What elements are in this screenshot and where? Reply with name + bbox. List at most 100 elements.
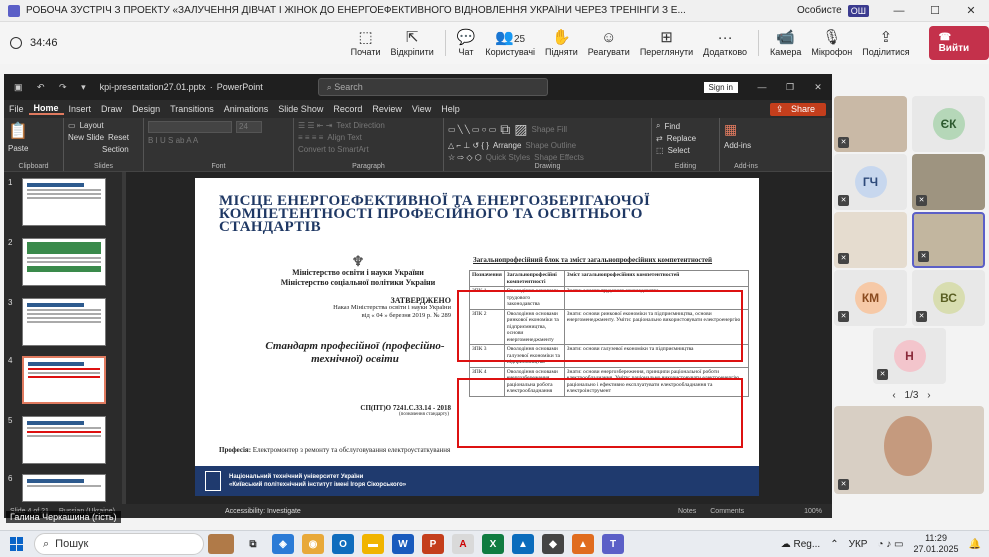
tab-design[interactable]: Design xyxy=(127,104,165,114)
task-view-icon[interactable]: ⧉ xyxy=(242,534,264,554)
teams-icon[interactable]: T xyxy=(602,534,624,554)
pp-sign-in-button[interactable]: Sign in xyxy=(703,81,738,93)
pp-share-button[interactable]: ⇪ Share xyxy=(769,102,826,116)
more-button[interactable]: ··· Додатково xyxy=(698,22,752,64)
participant-tile[interactable]: Н ✕ xyxy=(873,328,946,384)
app-icon[interactable]: ◆ xyxy=(542,534,564,554)
find-button[interactable]: Find xyxy=(664,122,680,131)
convert-smartart-button[interactable]: Convert to SmartArt xyxy=(298,145,369,154)
layout-button[interactable]: Layout xyxy=(80,121,104,130)
photos-icon[interactable]: ▲ xyxy=(512,534,534,554)
mic-button[interactable]: 🎙 Мікрофон xyxy=(806,22,857,64)
chrome-icon[interactable]: ◉ xyxy=(302,534,324,554)
new-slide-icon[interactable]: ▭ xyxy=(68,121,76,130)
account-badge[interactable]: ОШ xyxy=(847,4,869,17)
tab-draw[interactable]: Draw xyxy=(96,104,127,114)
chat-button[interactable]: 💬 Чат xyxy=(452,22,481,64)
thumbnail-5[interactable]: 5 xyxy=(8,416,106,464)
view-button[interactable]: ⊞ Переглянути xyxy=(635,22,698,64)
weather-widget[interactable]: ☁ Reg... xyxy=(781,539,820,550)
align-icons[interactable]: ≡ ≡ ≡ ≡ xyxy=(298,133,323,142)
chevron-left-icon[interactable]: ‹ xyxy=(892,390,895,401)
pdf-icon[interactable]: A xyxy=(452,534,474,554)
participant-tile[interactable]: ГЧ ✕ xyxy=(834,154,907,210)
unpin-button[interactable]: ⇱ Відкріпити xyxy=(386,22,439,64)
thumbnail-2[interactable]: 2 xyxy=(8,238,106,286)
close-button[interactable]: ✕ xyxy=(953,4,989,17)
people-button[interactable]: 👥25 Користувачі xyxy=(480,22,540,64)
arrange-button[interactable]: Arrange xyxy=(493,141,521,150)
raise-hand-button[interactable]: ✋ Підняти xyxy=(540,22,583,64)
replace-button[interactable]: Replace xyxy=(667,134,696,143)
thumbnail-4[interactable]: 4 xyxy=(8,356,106,404)
tab-review[interactable]: Review xyxy=(367,104,407,114)
thumbnail-scrollbar[interactable] xyxy=(122,172,126,504)
powerpoint-icon[interactable]: P xyxy=(422,534,444,554)
participant-tile[interactable]: ВС ✕ xyxy=(912,270,985,326)
windows-start-icon[interactable] xyxy=(10,537,24,551)
network-volume-icons[interactable]: ◔ ♪ ▭ xyxy=(877,539,903,550)
notification-bell-icon[interactable]: 🔔 xyxy=(969,539,981,550)
zoom-level[interactable]: 100% xyxy=(804,508,822,515)
section-button[interactable]: Section xyxy=(102,145,129,154)
copilot-icon[interactable]: ◈ xyxy=(272,534,294,554)
new-slide-button[interactable]: New Slide xyxy=(68,133,104,142)
quick-styles-icon[interactable]: ▨ xyxy=(514,121,527,138)
reset-button[interactable]: Reset xyxy=(108,133,129,142)
arrange-icon[interactable]: ⧉ xyxy=(500,121,510,138)
minimize-button[interactable]: — xyxy=(881,5,917,17)
paste-button[interactable]: 📋 xyxy=(8,121,59,141)
widgets-icon[interactable] xyxy=(208,534,234,554)
tab-insert[interactable]: Insert xyxy=(64,104,97,114)
slide-canvas[interactable]: МІСЦЕ ЕНЕРГОЕФЕКТИВНОЇ ТА ЕНЕРГОЗБЕРІГАЮ… xyxy=(195,178,759,496)
font-size-select[interactable]: 24 xyxy=(236,121,262,133)
tab-slide-show[interactable]: Slide Show xyxy=(273,104,328,114)
thumbnail-6[interactable]: 6 xyxy=(8,474,106,502)
pp-maximize-button[interactable]: ❐ xyxy=(776,82,804,93)
participant-tile[interactable]: ✕ xyxy=(834,212,907,268)
vlc-icon[interactable]: ▲ xyxy=(572,534,594,554)
tab-transitions[interactable]: Transitions xyxy=(165,104,219,114)
addins-icon[interactable]: ▦ xyxy=(724,121,737,138)
taskbar-search[interactable]: ⌕ Пошук xyxy=(34,533,204,555)
shape-outline-button[interactable]: Shape Outline xyxy=(525,141,576,150)
font-family-select[interactable] xyxy=(148,121,232,133)
select-button[interactable]: Select xyxy=(668,146,690,155)
start-button[interactable]: ⬚ Почати xyxy=(346,22,386,64)
self-view-video[interactable]: ✕ xyxy=(834,406,984,494)
react-button[interactable]: ☺ Реагувати xyxy=(583,22,635,64)
shapes-gallery-2[interactable]: △ ⌐ ⊥ ↺ { } xyxy=(448,141,489,150)
tab-record[interactable]: Record xyxy=(328,104,367,114)
account-label[interactable]: Особисте xyxy=(797,5,842,16)
word-icon[interactable]: W xyxy=(392,534,414,554)
share-screen-button[interactable]: ⇪ Поділитися xyxy=(857,22,914,64)
comments-button[interactable]: Comments xyxy=(710,508,744,515)
tray-chevron-icon[interactable]: ⌃ xyxy=(830,539,838,550)
chevron-right-icon[interactable]: › xyxy=(927,390,930,401)
font-format-buttons[interactable]: B I U S ab A A xyxy=(148,136,289,145)
thumbnail-1[interactable]: 1 xyxy=(8,178,106,226)
leave-button[interactable]: ☎ Вийти xyxy=(928,26,989,60)
quick-access-icons[interactable]: ▣ ↶ ↷ ▾ xyxy=(14,82,92,93)
quick-styles-button[interactable]: Quick Styles xyxy=(486,153,530,162)
participant-tile[interactable]: КМ ✕ xyxy=(834,270,907,326)
tab-help[interactable]: Help xyxy=(436,104,465,114)
participant-tile[interactable]: ✕ xyxy=(912,154,985,210)
pp-close-button[interactable]: ✕ xyxy=(804,82,832,93)
align-text-button[interactable]: Align Text xyxy=(327,133,362,142)
participant-tile[interactable]: ✕ xyxy=(834,96,907,152)
shapes-gallery-3[interactable]: ☆ ⇨ ◇ ⬡ xyxy=(448,153,482,162)
file-explorer-icon[interactable]: ▬ xyxy=(362,534,384,554)
pp-search-box[interactable]: ⌕ Search xyxy=(317,78,548,96)
excel-icon[interactable]: X xyxy=(482,534,504,554)
language-indicator[interactable]: УКР xyxy=(849,539,868,550)
shapes-gallery[interactable]: ▭ ╲ ╲ ▭ ○ ▭ xyxy=(448,125,496,134)
notes-button[interactable]: Notes xyxy=(678,508,696,515)
shape-effects-button[interactable]: Shape Effects xyxy=(534,153,584,162)
tab-view[interactable]: View xyxy=(407,104,436,114)
camera-button[interactable]: 📹 Камера xyxy=(765,22,806,64)
accessibility-status[interactable]: Accessibility: Investigate xyxy=(225,508,301,515)
list-icons[interactable]: ☰ ☰ ⇤ ⇥ xyxy=(298,121,332,130)
maximize-button[interactable]: ☐ xyxy=(917,4,953,17)
shape-fill-button[interactable]: Shape Fill xyxy=(532,125,568,134)
